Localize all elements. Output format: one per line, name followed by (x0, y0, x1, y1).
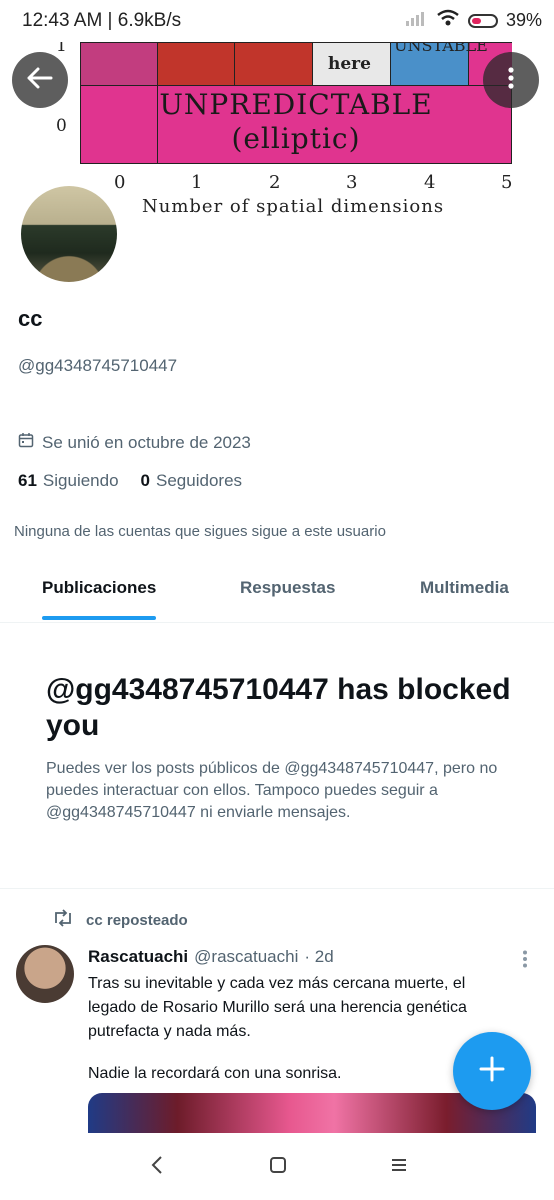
blocked-notice: @gg4348745710447 has blocked you Puedes … (46, 672, 516, 824)
tweet-text-2: Nadie la recordará con una sonrisa. (88, 1065, 342, 1082)
battery-percent: 39% (505, 10, 542, 30)
followers-link[interactable]: 0 Seguidores (141, 471, 242, 491)
tab-multimedia[interactable]: Multimedia (420, 578, 509, 598)
more-vertical-icon (508, 66, 514, 94)
banner-main-line1: UNPREDICTABLE (159, 88, 433, 121)
banner-tick: 5 (501, 172, 513, 193)
following-link[interactable]: 61 Siguiendo (18, 471, 119, 491)
profile-avatar[interactable] (18, 183, 120, 285)
followers-label: Seguidores (156, 471, 243, 490)
banner-tick: 0 (114, 172, 126, 193)
back-button[interactable] (12, 52, 68, 108)
banner-tick: 2 (269, 172, 281, 193)
banner-main-line2: (elliptic) (231, 122, 361, 155)
status-bar: 12:43 AM | 6.9kB/s 39% (0, 0, 554, 42)
following-count: 61 (18, 471, 37, 490)
wifi-icon (436, 9, 460, 32)
tweet-more-button[interactable] (522, 950, 528, 973)
repost-label[interactable]: cc reposteado (86, 912, 188, 929)
banner-cell-unstable: UNSTABLE (394, 42, 488, 55)
following-label: Siguiendo (42, 471, 119, 490)
tweet-author-name[interactable]: Rascatuachi (88, 947, 188, 967)
tweet-header: Rascatuachi @rascatuachi · 2d (88, 947, 334, 967)
followers-count: 0 (140, 471, 151, 490)
status-time: 12:43 AM | 6.9kB/s (22, 10, 182, 31)
compose-button[interactable] (453, 1032, 531, 1110)
tweet-time[interactable]: · 2d (304, 947, 333, 967)
joined-text: Se unió en octubre de 2023 (42, 432, 251, 452)
more-vertical-icon (522, 950, 528, 972)
profile-tabs: Publicaciones Respuestas Multimedia (0, 560, 554, 623)
profile-handle: @gg4348745710447 (18, 356, 178, 375)
more-options-button[interactable] (483, 52, 539, 108)
back-arrow-icon (27, 67, 53, 94)
nav-back-button[interactable] (150, 1155, 164, 1180)
profile-name: cc (18, 306, 43, 331)
blocked-title: @gg4348745710447 has blocked you (46, 673, 511, 742)
tab-publicaciones[interactable]: Publicaciones (42, 578, 156, 598)
profile-joined: Se unió en octubre de 2023 (18, 432, 251, 453)
banner-row-label: 1 (56, 42, 67, 56)
repost-indicator: cc reposteado (52, 909, 188, 931)
active-tab-indicator (42, 616, 156, 620)
nav-home-button[interactable] (268, 1155, 288, 1180)
banner-tick: 1 (191, 172, 203, 193)
divider (0, 888, 554, 889)
status-icons: 39% (405, 9, 542, 32)
banner-main-text: UNPREDICTABLE (elliptic) (80, 88, 512, 156)
no-mutual-followers: Ninguna de las cuentas que sigues sigue … (14, 523, 386, 540)
tweet-author-avatar[interactable] (16, 945, 74, 1003)
banner-tick: 3 (346, 172, 358, 193)
tweet-text: Tras su inevitable y cada vez más cercan… (88, 975, 467, 1040)
tab-respuestas[interactable]: Respuestas (240, 578, 335, 598)
nav-recents-button[interactable] (390, 1155, 408, 1180)
calendar-icon (18, 432, 34, 453)
plus-icon (479, 1056, 505, 1087)
repost-icon (52, 909, 74, 931)
tweet-author-handle[interactable]: @rascatuachi (194, 947, 298, 967)
signal-icon (405, 10, 428, 31)
blocked-body: Puedes ver los posts públicos de @gg4348… (46, 760, 498, 821)
banner-cell-here: here (328, 54, 371, 74)
banner-row-label: 0 (56, 116, 67, 136)
battery-icon (467, 13, 498, 28)
system-nav-bar (0, 1133, 554, 1200)
banner-x-axis-label: Number of spatial dimensions (142, 196, 445, 217)
follow-stats: 61 Siguiendo 0 Seguidores (18, 471, 242, 491)
banner-tick: 4 (424, 172, 436, 193)
